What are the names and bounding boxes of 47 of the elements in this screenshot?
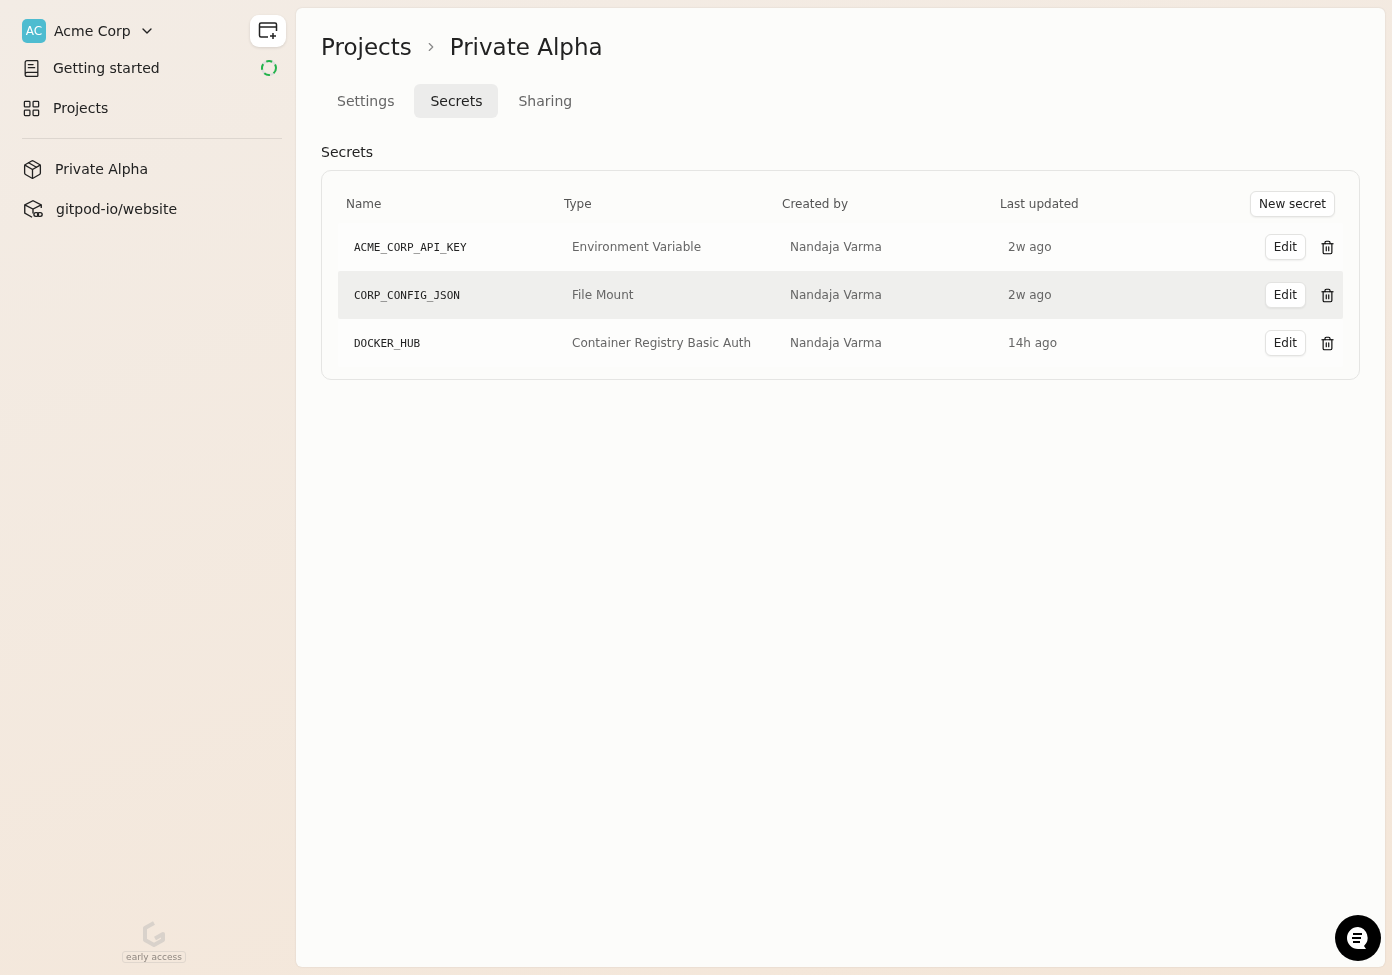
column-header: Last updated (1000, 197, 1080, 211)
tab[interactable]: Secrets (414, 84, 499, 118)
table-cell-text: Nandaja Varma (790, 240, 883, 254)
tab[interactable]: Sharing (502, 84, 589, 118)
breadcrumb-link[interactable]: Projects (321, 34, 412, 60)
book-icon (22, 58, 41, 78)
edit-button[interactable]: Edit (1264, 234, 1306, 260)
column-header: Name (346, 197, 383, 211)
logo-icon (142, 921, 166, 947)
grid-icon (22, 98, 41, 118)
table-cell-text: 14h ago (1008, 336, 1058, 350)
table-cell-text: Container Registry Basic Auth (572, 336, 753, 350)
table-cell-text: Environment Variable (572, 240, 703, 254)
delete-button[interactable] (1320, 335, 1335, 351)
org-avatar: AC (22, 19, 46, 43)
table-cell-text: Nandaja Varma (790, 336, 883, 350)
sidebar-item[interactable]: Private Alpha (22, 149, 286, 189)
delete-button[interactable] (1320, 239, 1335, 255)
org-name: Acme Corp (54, 23, 131, 39)
table-cell-text: File Mount (572, 288, 635, 302)
box-icon (22, 158, 43, 180)
edit-button[interactable]: Edit (1264, 282, 1306, 308)
edit-button[interactable]: Edit (1264, 330, 1306, 356)
table-cell-text: 2w ago (1008, 240, 1053, 254)
sidebar-item[interactable]: Getting started (22, 48, 286, 88)
sidebar-item[interactable]: Projects (22, 88, 286, 128)
section-title: Secrets (321, 144, 375, 160)
progress-ring-icon (260, 59, 278, 77)
chat-button[interactable] (1335, 915, 1381, 961)
table-cell-text: 2w ago (1008, 288, 1053, 302)
chat-bubble-icon (1345, 925, 1371, 951)
breadcrumb-current[interactable]: Private Alpha (449, 34, 603, 60)
new-secret-button[interactable]: New secret (1250, 191, 1335, 217)
column-header: Type (564, 197, 593, 211)
new-environment-button[interactable] (250, 15, 286, 47)
window-plus-icon (258, 22, 278, 40)
sidebar-item[interactable]: gitpod-io/website (22, 189, 286, 229)
table-cell-text: ACME_CORP_API_KEY (354, 240, 468, 254)
column-header: Created by (782, 197, 850, 211)
organization-switcher[interactable]: AC Acme Corp (22, 19, 155, 43)
delete-button[interactable] (1320, 287, 1335, 303)
table-cell-text: Nandaja Varma (790, 288, 883, 302)
tab[interactable]: Settings (321, 84, 411, 118)
table-cell-text: CORP_CONFIG_JSON (354, 288, 461, 302)
early-access-badge: early access (122, 951, 186, 963)
table-cell-text: DOCKER_HUB (354, 336, 422, 350)
box-link-icon (22, 198, 44, 220)
